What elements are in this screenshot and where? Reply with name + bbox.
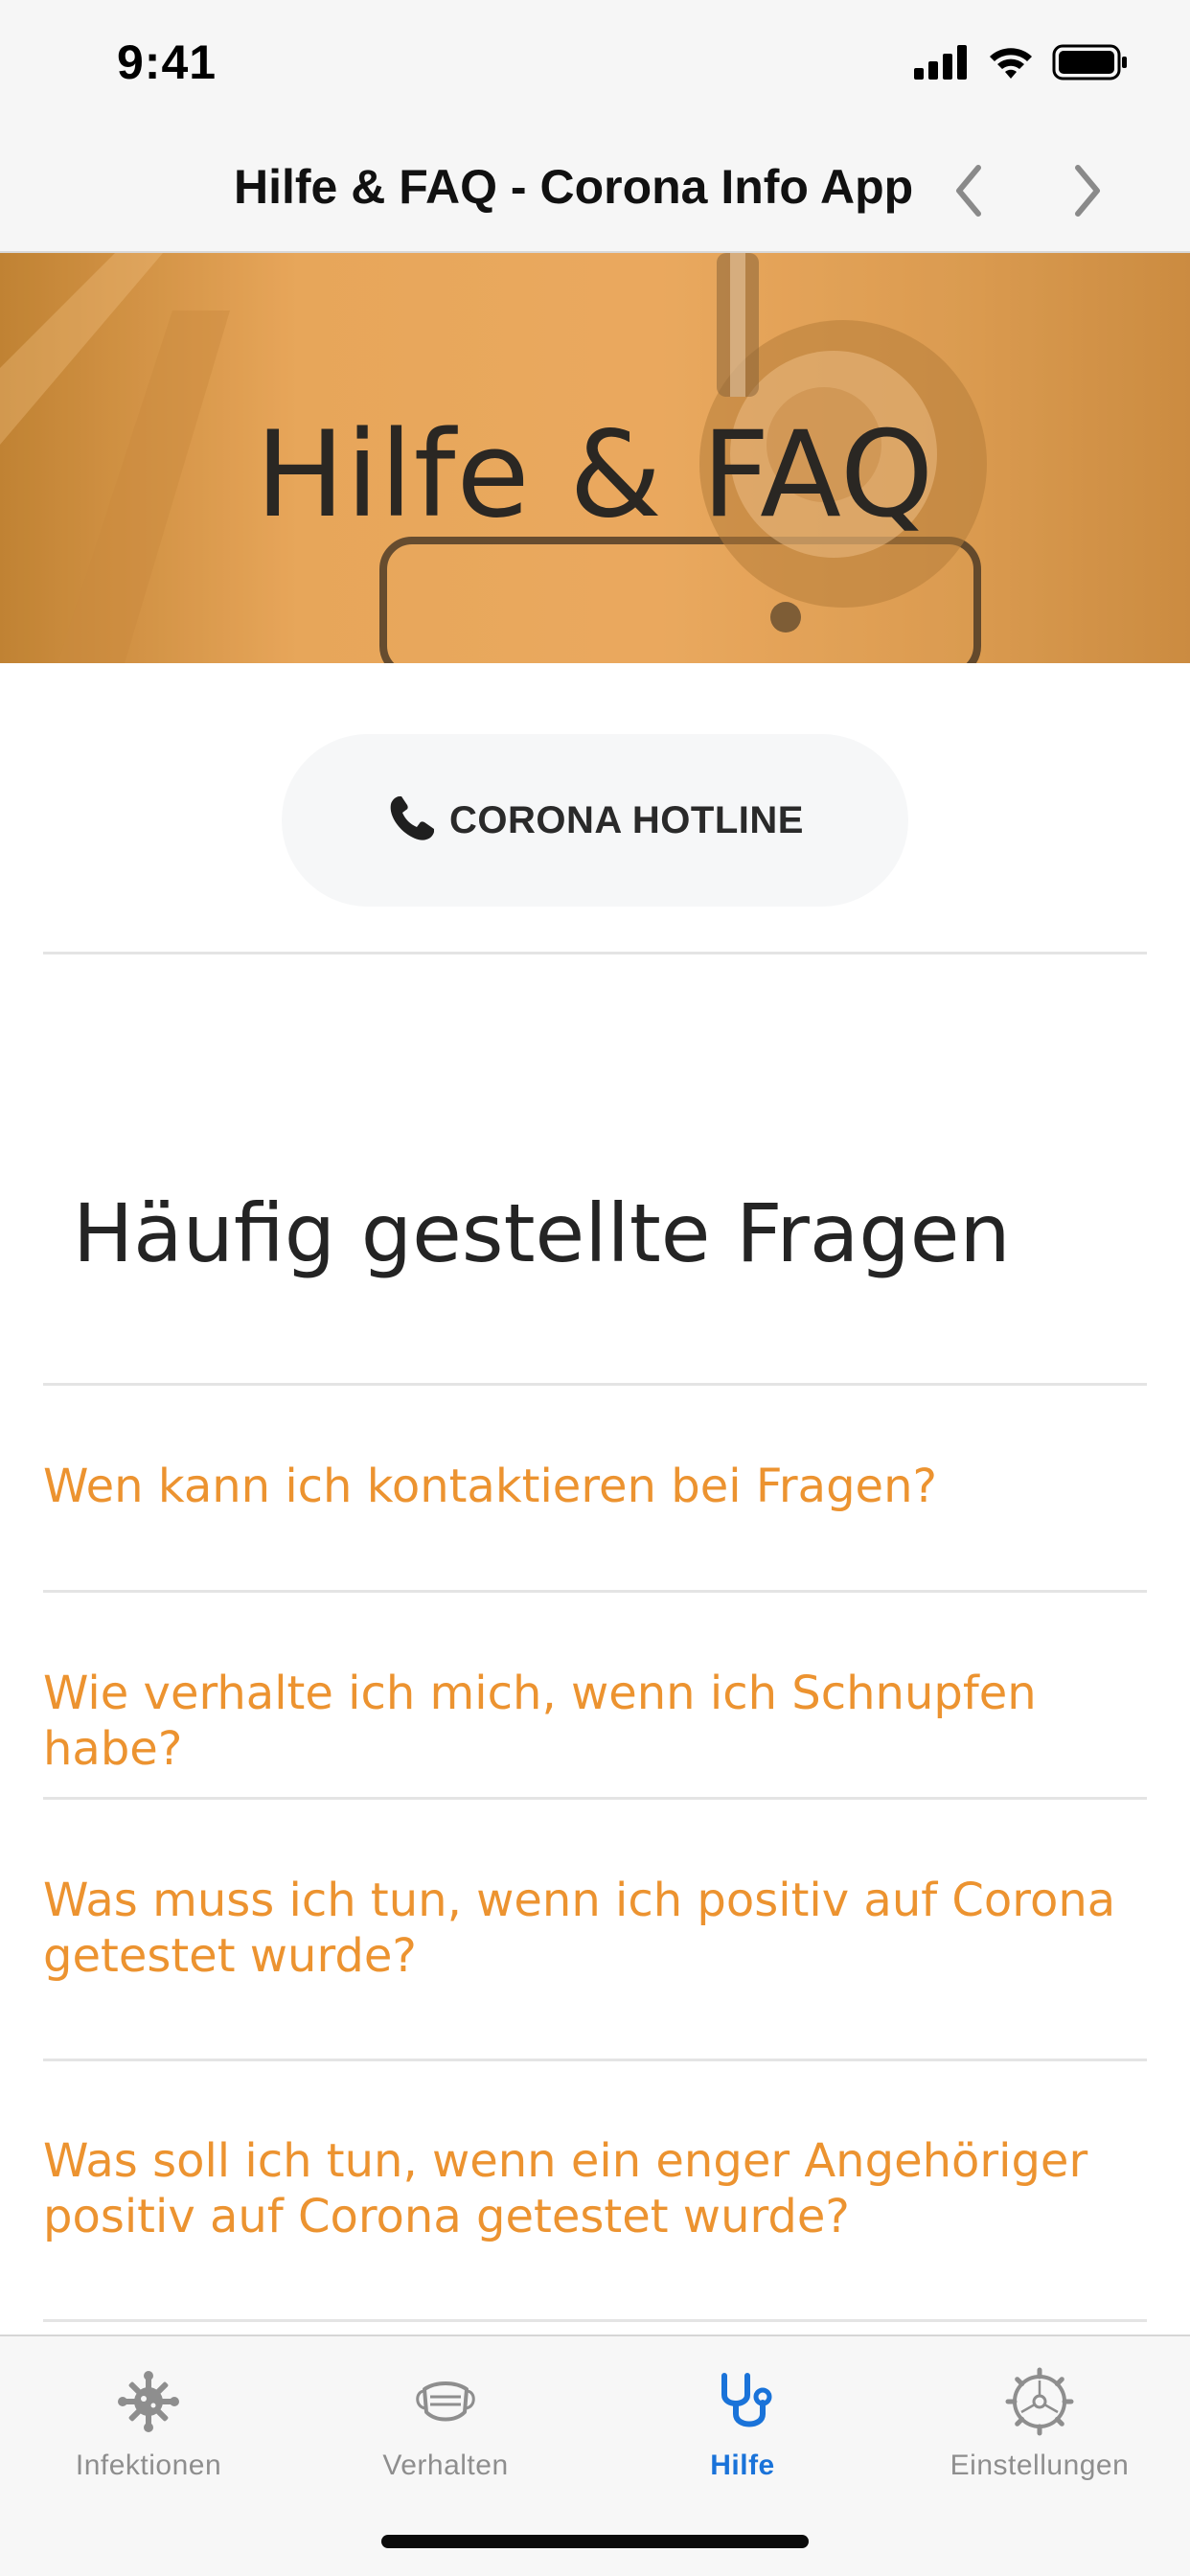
divider xyxy=(43,1383,1147,1386)
phone-icon xyxy=(386,793,438,849)
virus-icon xyxy=(112,2365,185,2438)
divider xyxy=(43,1797,1147,1800)
page-title: Hilfe & FAQ - Corona Info App xyxy=(234,160,914,214)
mask-icon xyxy=(409,2365,482,2438)
cellular-signal-icon xyxy=(914,45,970,84)
faq-question-line: Wie verhalte ich mich, wenn ich Schnupfe… xyxy=(43,1667,1037,1776)
faq-heading: Häufig gestellte Fragen xyxy=(73,1186,1011,1280)
navigation-bar: Hilfe & FAQ - Corona Info App xyxy=(0,126,1190,253)
corona-hotline-button[interactable]: CORONA HOTLINE xyxy=(282,734,908,907)
faq-question-line: Wen kann ich kontaktieren bei Fragen? xyxy=(43,1460,937,1513)
status-bar: 9:41 xyxy=(0,0,1190,126)
wifi-icon xyxy=(987,45,1035,84)
faq-question-line: Was soll ich tun, wenn ein enger Angehör… xyxy=(43,2134,1088,2188)
divider xyxy=(43,1590,1147,1593)
hotline-label: CORONA HOTLINE xyxy=(449,798,804,841)
battery-icon xyxy=(1052,44,1129,85)
tab-einstellungen[interactable]: Einstellungen xyxy=(891,2365,1188,2499)
status-icons xyxy=(914,44,1129,85)
faq-item[interactable]: Wen kann ich kontaktieren bei Fragen? xyxy=(43,1459,1147,1514)
tab-label: Verhalten xyxy=(382,2450,509,2481)
stethoscope-icon xyxy=(706,2365,779,2438)
tab-infektionen[interactable]: Infektionen xyxy=(0,2365,297,2499)
tab-label: Hilfe xyxy=(710,2450,775,2481)
tab-label: Infektionen xyxy=(75,2450,222,2481)
chevron-right-icon xyxy=(1075,165,1100,217)
faq-question-line: getestet wurde? xyxy=(43,1929,417,1983)
forward-button[interactable] xyxy=(1054,157,1121,224)
faq-item[interactable]: Wie verhalte ich mich, wenn ich Schnupfe… xyxy=(43,1666,1147,1777)
divider xyxy=(43,2319,1147,2322)
tab-verhalten[interactable]: Verhalten xyxy=(297,2365,594,2499)
faq-item[interactable]: Was muss ich tun, wenn ich positiv auf C… xyxy=(43,1873,1147,1984)
faq-question-line: Was muss ich tun, wenn ich positiv auf C… xyxy=(43,1874,1116,1927)
tab-hilfe[interactable]: Hilfe xyxy=(594,2365,891,2499)
home-indicator[interactable] xyxy=(381,2535,809,2548)
tab-label: Einstellungen xyxy=(950,2450,1130,2481)
gear-icon xyxy=(1003,2365,1076,2438)
back-button[interactable] xyxy=(935,157,1002,224)
divider xyxy=(43,2058,1147,2061)
faq-item[interactable]: Was soll ich tun, wenn ein enger Angehör… xyxy=(43,2133,1147,2244)
divider xyxy=(43,952,1147,954)
chevron-left-icon xyxy=(956,165,981,217)
faq-question-line: positiv auf Corona getestet wurde? xyxy=(43,2190,850,2243)
hero-banner: Hilfe & FAQ xyxy=(0,253,1190,663)
status-time: 9:41 xyxy=(117,35,217,89)
hero-title: Hilfe & FAQ xyxy=(255,406,935,544)
